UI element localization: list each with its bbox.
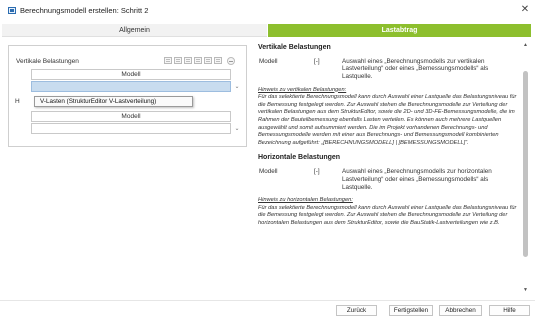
hint-vertical-title: Hinweis zu vertikalen Belastungen: xyxy=(258,86,347,93)
definition-unit: [-] xyxy=(314,57,320,65)
scroll-thumb[interactable] xyxy=(523,71,528,257)
help-section-vertical-title: Vertikale Belastungen xyxy=(258,44,331,51)
remove-icon[interactable] xyxy=(227,57,235,65)
help-definition-row: Modell [-] Auswahl eines „Berechnungsmod… xyxy=(256,167,518,197)
window-title: Berechnungsmodell erstellen: Schritt 2 xyxy=(20,6,149,15)
definition-name: Modell xyxy=(259,57,278,65)
definition-name: Modell xyxy=(259,167,278,175)
finish-button[interactable]: Fertigstellen xyxy=(389,305,433,316)
move-row-icon[interactable] xyxy=(204,57,212,64)
scroll-down-icon[interactable]: ▼ xyxy=(521,286,530,294)
insert-row-icon[interactable] xyxy=(174,57,182,64)
tab-bar: Allgemein Lastabtrag xyxy=(2,24,533,37)
add-row-icon[interactable] xyxy=(164,57,172,64)
close-icon[interactable]: ✕ xyxy=(518,3,532,17)
horizontal-model-select[interactable]: ⌄ xyxy=(31,123,240,134)
scroll-up-icon[interactable]: ▲ xyxy=(521,41,530,49)
hint-vertical-body: Für das selektierte Berechnungsmodell ka… xyxy=(258,94,517,146)
paste-row-icon[interactable] xyxy=(194,57,202,64)
sort-row-icon[interactable] xyxy=(214,57,222,64)
vertical-model-header: Modell xyxy=(31,69,231,80)
help-definition-row: Modell [-] Auswahl eines „Berechnungsmod… xyxy=(256,57,518,87)
app-icon xyxy=(8,7,16,14)
tab-allgemein[interactable]: Allgemein xyxy=(2,24,267,37)
definition-unit: [-] xyxy=(314,167,320,175)
help-panel: Vertikale Belastungen Modell [-] Auswahl… xyxy=(256,41,518,300)
tab-lastabtrag[interactable]: Lastabtrag xyxy=(268,24,531,37)
definition-description: Auswahl eines „Berechnungsmodells zur ho… xyxy=(342,167,492,191)
footer-divider xyxy=(0,300,535,301)
horizontal-model-header: Modell xyxy=(31,111,231,122)
hint-horizontal-title: Hinweis zu horizontalen Belastungen: xyxy=(258,196,353,203)
help-button[interactable]: Hilfe xyxy=(489,305,530,316)
vertical-loads-label: Vertikale Belastungen xyxy=(16,58,79,65)
back-button[interactable]: Zurück xyxy=(336,305,377,316)
chevron-down-icon[interactable]: ⌄ xyxy=(231,124,243,135)
horizontal-loads-label: H xyxy=(15,98,20,105)
definition-description: Auswahl eines „Berechnungsmodells zur ve… xyxy=(342,57,489,81)
copy-row-icon[interactable] xyxy=(184,57,192,64)
cancel-button[interactable]: Abbrechen xyxy=(439,305,482,316)
help-scrollbar[interactable]: ▲ ▼ xyxy=(521,41,530,294)
vertical-model-select[interactable]: ⌄ xyxy=(31,81,240,92)
chevron-down-icon[interactable]: ⌄ xyxy=(231,82,243,93)
tooltip: V-Lasten (StrukturEditor V-Lastverteilun… xyxy=(34,96,193,107)
hint-horizontal-body: Für das selektierte Berechnungsmodell ka… xyxy=(258,204,517,226)
help-section-horizontal-title: Horizontale Belastungen xyxy=(258,154,341,162)
